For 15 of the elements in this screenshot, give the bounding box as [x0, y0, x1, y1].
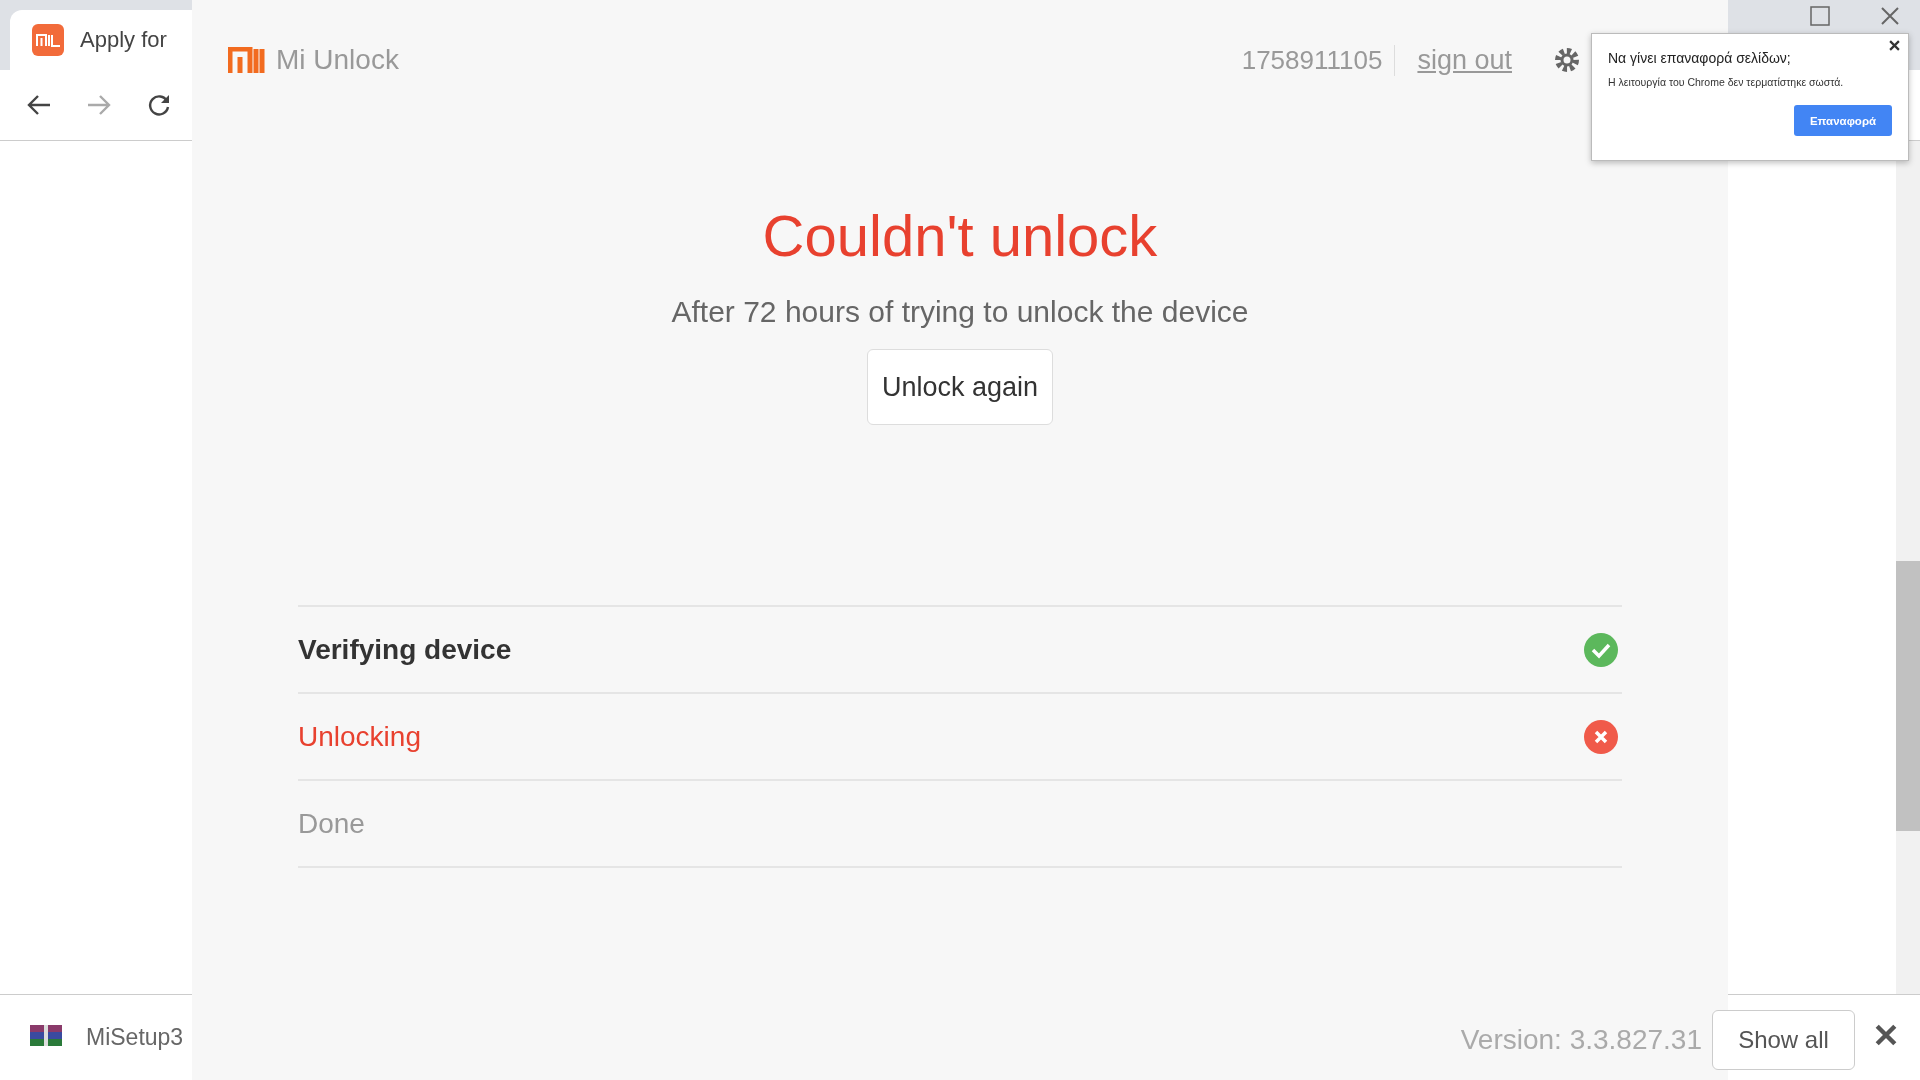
- show-all-button[interactable]: Show all: [1712, 1010, 1855, 1070]
- step-label: Unlocking: [298, 720, 421, 753]
- tab-title[interactable]: Apply for: [80, 27, 167, 53]
- version-label: Version: 3.3.827.31: [1460, 1024, 1702, 1056]
- error-message: After 72 hours of trying to unlock the device: [671, 295, 1249, 329]
- popup-title: Να γίνει επαναφορά σελίδων;: [1608, 50, 1792, 66]
- unlock-again-button[interactable]: Unlock again: [867, 349, 1053, 425]
- step-label: Done: [298, 807, 365, 840]
- account-id: 1758911105: [1241, 44, 1396, 76]
- popup-message: Η λειτουργία του Chrome δεν τερματίστηκε σωστά.: [1608, 76, 1845, 88]
- restore-button[interactable]: Επαναφορά: [1794, 105, 1892, 136]
- step-label: Verifying device: [298, 633, 512, 666]
- download-filename[interactable]: MiSetup3: [86, 1024, 184, 1051]
- error-heading: Couldn't unlock: [762, 202, 1158, 269]
- app-title: Mi Unlock: [276, 44, 399, 76]
